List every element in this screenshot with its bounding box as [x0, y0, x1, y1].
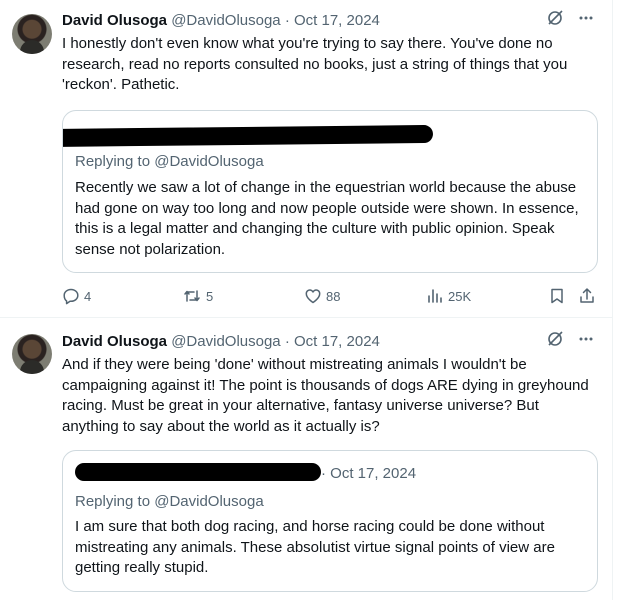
- author-name[interactable]: David Olusoga: [62, 12, 167, 29]
- tweet[interactable]: David Olusoga @DavidOlusoga · Oct 17, 20…: [0, 319, 612, 600]
- like-button[interactable]: 88: [304, 286, 340, 306]
- views-icon: [426, 287, 444, 305]
- reply-button[interactable]: 4: [62, 286, 91, 306]
- bookmark-button[interactable]: [548, 286, 566, 306]
- replying-to: Replying to @DavidOlusoga: [75, 153, 264, 170]
- tweet-text: I honestly don't even know what you're t…: [62, 35, 568, 93]
- header-actions: [546, 330, 594, 355]
- separator: ·: [284, 333, 290, 350]
- repost-count: 5: [206, 288, 214, 304]
- quoted-text: Recently we saw a lot of change in the e…: [75, 179, 579, 258]
- repost-icon: [182, 287, 202, 305]
- reply-count: 4: [84, 288, 92, 304]
- author-handle[interactable]: @DavidOlusoga: [171, 12, 280, 29]
- views-button[interactable]: 25K: [426, 286, 471, 306]
- grok-icon[interactable]: [546, 330, 564, 355]
- share-icon: [578, 287, 596, 305]
- tweet-header: David Olusoga @DavidOlusoga · Oct 17, 20…: [62, 9, 602, 34]
- header-actions: [546, 9, 594, 34]
- tweet-text: And if they were being 'done' without mi…: [62, 356, 589, 435]
- repost-button[interactable]: 5: [182, 286, 213, 306]
- avatar[interactable]: [12, 14, 52, 54]
- quoted-text: I am sure that both dog racing, and hors…: [75, 518, 555, 576]
- quoted-tweet[interactable]: · Oct 17, 2024 Replying to @DavidOlusoga…: [62, 450, 598, 592]
- reply-icon: [62, 287, 80, 305]
- grok-icon[interactable]: [546, 9, 564, 34]
- tweet-header: David Olusoga @DavidOlusoga · Oct 17, 20…: [62, 330, 602, 355]
- tweet-actions: 4 5 88 25K: [62, 286, 602, 306]
- share-button[interactable]: [578, 286, 596, 306]
- tweet-date[interactable]: Oct 17, 2024: [294, 12, 380, 29]
- more-options-icon[interactable]: [578, 331, 594, 354]
- quoted-date[interactable]: · Oct 17, 2024: [321, 464, 416, 484]
- separator: ·: [284, 12, 290, 29]
- bookmark-icon: [548, 287, 566, 305]
- timeline-right-border: [612, 0, 613, 600]
- heart-icon: [304, 287, 322, 305]
- redacted-author: [63, 124, 434, 148]
- views-count: 25K: [448, 288, 472, 304]
- author-name[interactable]: David Olusoga: [62, 333, 167, 350]
- tweet-date[interactable]: Oct 17, 2024: [294, 333, 380, 350]
- quoted-tweet[interactable]: Replying to @DavidOlusoga Recently we sa…: [62, 110, 598, 273]
- author-handle[interactable]: @DavidOlusoga: [171, 333, 280, 350]
- tweet[interactable]: David Olusoga @DavidOlusoga · Oct 17, 20…: [0, 0, 612, 318]
- more-options-icon[interactable]: [578, 10, 594, 33]
- replying-to: Replying to @DavidOlusoga: [75, 493, 264, 510]
- avatar[interactable]: [12, 334, 52, 374]
- redacted-author: [75, 463, 321, 481]
- like-count: 88: [326, 288, 341, 304]
